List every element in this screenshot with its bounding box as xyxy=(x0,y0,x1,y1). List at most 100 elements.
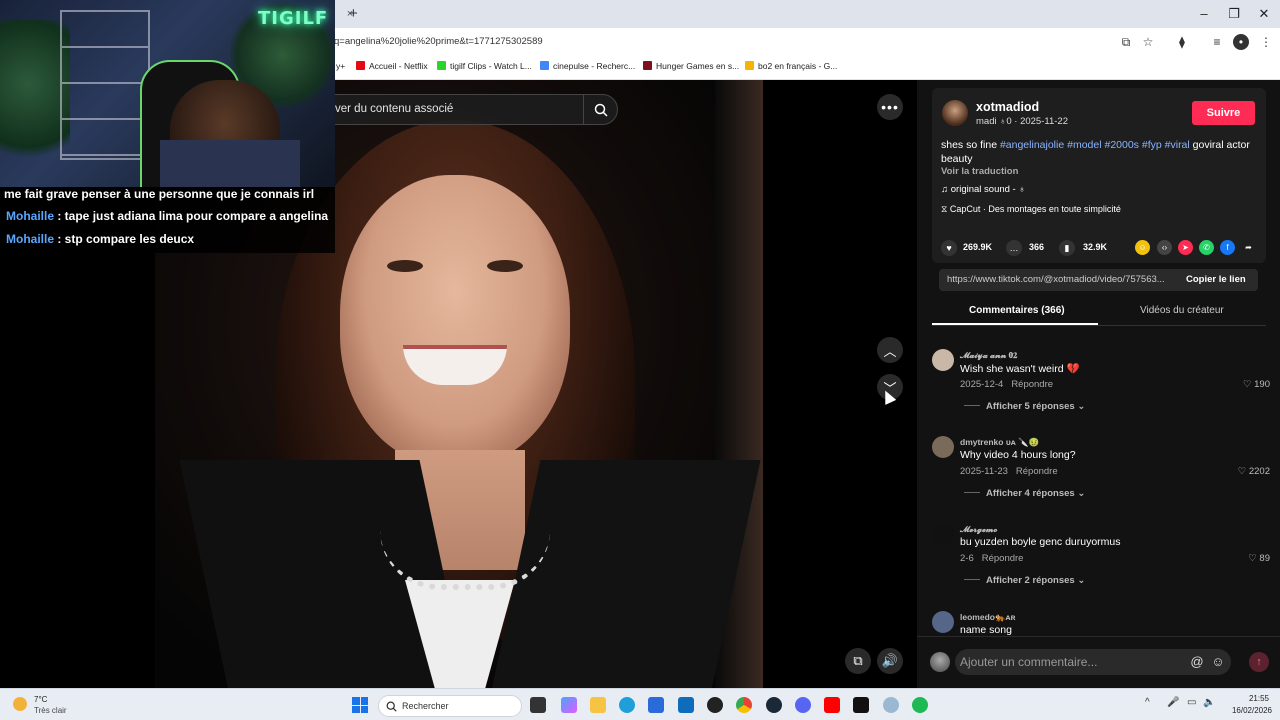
hashtag-link[interactable]: #fyp xyxy=(1142,139,1162,151)
comment-like-button[interactable]: ♡ 2202 xyxy=(1238,466,1270,477)
more-options-button[interactable]: ••• xyxy=(877,94,903,120)
menu-kebab-icon[interactable]: ⋮ xyxy=(1258,34,1274,50)
emoji-icon[interactable]: ☺ xyxy=(1210,654,1226,670)
comment-like-button[interactable]: ♡ 190 xyxy=(1243,379,1270,390)
send-comment-button[interactable]: ↑ xyxy=(1249,652,1269,672)
view-replies-button[interactable]: Afficher 4 réponses ⌄ xyxy=(964,488,1085,499)
bookmark-item[interactable]: tigilf Clips - Watch L... xyxy=(437,61,532,71)
reply-button[interactable]: Répondre xyxy=(1011,379,1053,390)
bookmark-icon[interactable]: ▮ xyxy=(1059,240,1075,256)
pip-button[interactable]: ⧉ xyxy=(845,648,871,674)
view-replies-button[interactable]: Afficher 2 réponses ⌄ xyxy=(964,575,1085,586)
weather-description[interactable]: Très clair xyxy=(34,706,67,715)
stream-chat-overlay: me fait grave penser à une personne que … xyxy=(0,187,335,253)
facebook-icon[interactable]: f xyxy=(1220,240,1235,255)
hashtag-link[interactable]: #2000s xyxy=(1104,139,1138,151)
steam-icon[interactable] xyxy=(766,697,782,713)
taskbar-search-text[interactable]: Rechercher xyxy=(402,701,449,711)
discord-icon[interactable] xyxy=(795,697,811,713)
network-icon[interactable]: ▭ xyxy=(1187,697,1196,708)
microphone-icon[interactable]: 🎤 xyxy=(1167,697,1179,708)
bookmark-item[interactable]: y+ xyxy=(336,61,345,71)
speaker-icon[interactable]: 🔈 xyxy=(1203,697,1215,708)
clock-time[interactable]: 21:55 xyxy=(1241,694,1277,703)
send-to-friend-icon[interactable]: ➤ xyxy=(1178,240,1193,255)
hashtag-link[interactable]: #viral xyxy=(1165,139,1190,151)
store-icon[interactable] xyxy=(648,697,664,713)
profile-icon[interactable]: • xyxy=(1233,34,1249,50)
comment-input[interactable]: Ajouter un commentaire... @ ☺ xyxy=(955,649,1231,675)
new-tab-button[interactable]: + xyxy=(349,5,358,22)
commenter-name[interactable]: 𝓜𝓮𝓻𝓰𝓮𝓶𝓸 xyxy=(960,524,997,535)
clock-date[interactable]: 16/02/2026 xyxy=(1227,706,1277,715)
pip-icon: ⧉ xyxy=(853,653,863,668)
taskbar-search[interactable]: Rechercher xyxy=(378,695,522,717)
url-text[interactable]: q=angelina%20jolie%20prime&t=17712753025… xyxy=(334,36,543,47)
comment-like-button[interactable]: ♡ 89 xyxy=(1248,553,1270,564)
whatsapp-icon[interactable]: ✆ xyxy=(1199,240,1214,255)
bookmark-item[interactable]: Accueil - Netflix xyxy=(356,61,428,71)
search-input-text[interactable]: ver du contenu associé xyxy=(335,103,453,115)
app-icon[interactable] xyxy=(883,697,899,713)
close-window-icon[interactable]: ✕ xyxy=(1252,4,1276,24)
tiktok-icon[interactable] xyxy=(853,697,869,713)
capcut-link[interactable]: ⧖ CapCut · Des montages en toute simplic… xyxy=(941,204,1121,215)
follow-button[interactable]: Suivre xyxy=(1192,101,1255,125)
comment-icon[interactable]: … xyxy=(1006,240,1022,256)
minimize-icon[interactable]: – xyxy=(1192,4,1216,24)
commenter-name[interactable]: dmytrenko ᴜᴀ 🔪🤢 xyxy=(960,437,1039,448)
file-explorer-icon[interactable] xyxy=(590,697,606,713)
view-replies-button[interactable]: Afficher 5 réponses ⌄ xyxy=(964,401,1085,412)
commenter-name[interactable]: 𝓜𝓪𝓲𝔂𝓪 𝓪𝓷𝓷 𝟎𝟐 xyxy=(960,350,1017,361)
app-icon[interactable] xyxy=(707,697,723,713)
commenter-name[interactable]: leomedo🐅ᴀʀ xyxy=(960,612,1016,623)
mention-icon[interactable]: @ xyxy=(1189,654,1205,670)
extensions-icon[interactable]: ⧫ xyxy=(1174,34,1190,50)
heart-icon[interactable]: ♥ xyxy=(941,240,957,256)
tab-creator-videos[interactable]: Vidéos du créateur xyxy=(1140,305,1224,316)
bookmark-star-icon[interactable]: ☆ xyxy=(1140,34,1156,50)
author-name[interactable]: xotmadiod xyxy=(976,100,1039,114)
video-subject-face xyxy=(340,175,570,465)
bookmark-item[interactable]: bo2 en français - G... xyxy=(745,61,837,71)
sound-link[interactable]: ♫ original sound - ♁ xyxy=(941,184,1026,195)
embed-icon[interactable]: ‹› xyxy=(1157,240,1172,255)
commenter-avatar[interactable] xyxy=(932,349,954,371)
edge-icon[interactable] xyxy=(619,697,635,713)
copilot-icon[interactable] xyxy=(561,697,577,713)
author-avatar[interactable] xyxy=(942,100,968,126)
share-arrow-icon[interactable]: ➦ xyxy=(1241,240,1256,255)
media-control-icon[interactable]: ≡ xyxy=(1209,34,1225,50)
likes-count: 269.9K xyxy=(963,242,993,252)
emoji-share-icon[interactable]: ☺ xyxy=(1135,240,1150,255)
outlook-icon[interactable] xyxy=(678,697,694,713)
spotify-icon[interactable] xyxy=(912,697,928,713)
commenter-avatar[interactable] xyxy=(932,523,954,545)
commenter-avatar[interactable] xyxy=(932,611,954,633)
comment-placeholder[interactable]: Ajouter un commentaire... xyxy=(960,655,1097,669)
share-link-url[interactable]: https://www.tiktok.com/@xotmadiod/video/… xyxy=(947,274,1177,285)
bookmark-item[interactable]: Hunger Games en s... xyxy=(643,61,739,71)
chevron-up-icon[interactable]: ^ xyxy=(1145,697,1150,708)
hashtag-link[interactable]: #model xyxy=(1067,139,1101,151)
translate-link[interactable]: Voir la traduction xyxy=(941,166,1018,177)
search-input[interactable]: ver du contenu associé xyxy=(334,94,618,125)
chrome-icon[interactable] xyxy=(736,697,752,713)
reply-button[interactable]: Répondre xyxy=(982,553,1024,564)
task-view-icon[interactable] xyxy=(530,697,546,713)
bookmark-item[interactable]: cinepulse - Recherc... xyxy=(540,61,635,71)
youtube-icon[interactable] xyxy=(824,697,840,713)
search-icon[interactable] xyxy=(583,95,617,124)
commenter-avatar[interactable] xyxy=(932,436,954,458)
weather-temperature[interactable]: 7°C xyxy=(34,695,47,704)
copy-link-button[interactable]: Copier le lien xyxy=(1186,274,1246,285)
restore-icon[interactable]: ❐ xyxy=(1222,4,1246,24)
previous-video-button[interactable]: ︿ xyxy=(877,337,903,363)
weather-icon[interactable] xyxy=(13,697,27,711)
start-button[interactable] xyxy=(352,697,368,713)
volume-button[interactable]: 🔊 xyxy=(877,648,903,674)
reply-button[interactable]: Répondre xyxy=(1016,466,1058,477)
install-app-icon[interactable]: ⧉ xyxy=(1118,34,1134,50)
tab-comments[interactable]: Commentaires (366) xyxy=(969,305,1065,316)
hashtag-link[interactable]: #angelinajolie xyxy=(1000,139,1064,151)
